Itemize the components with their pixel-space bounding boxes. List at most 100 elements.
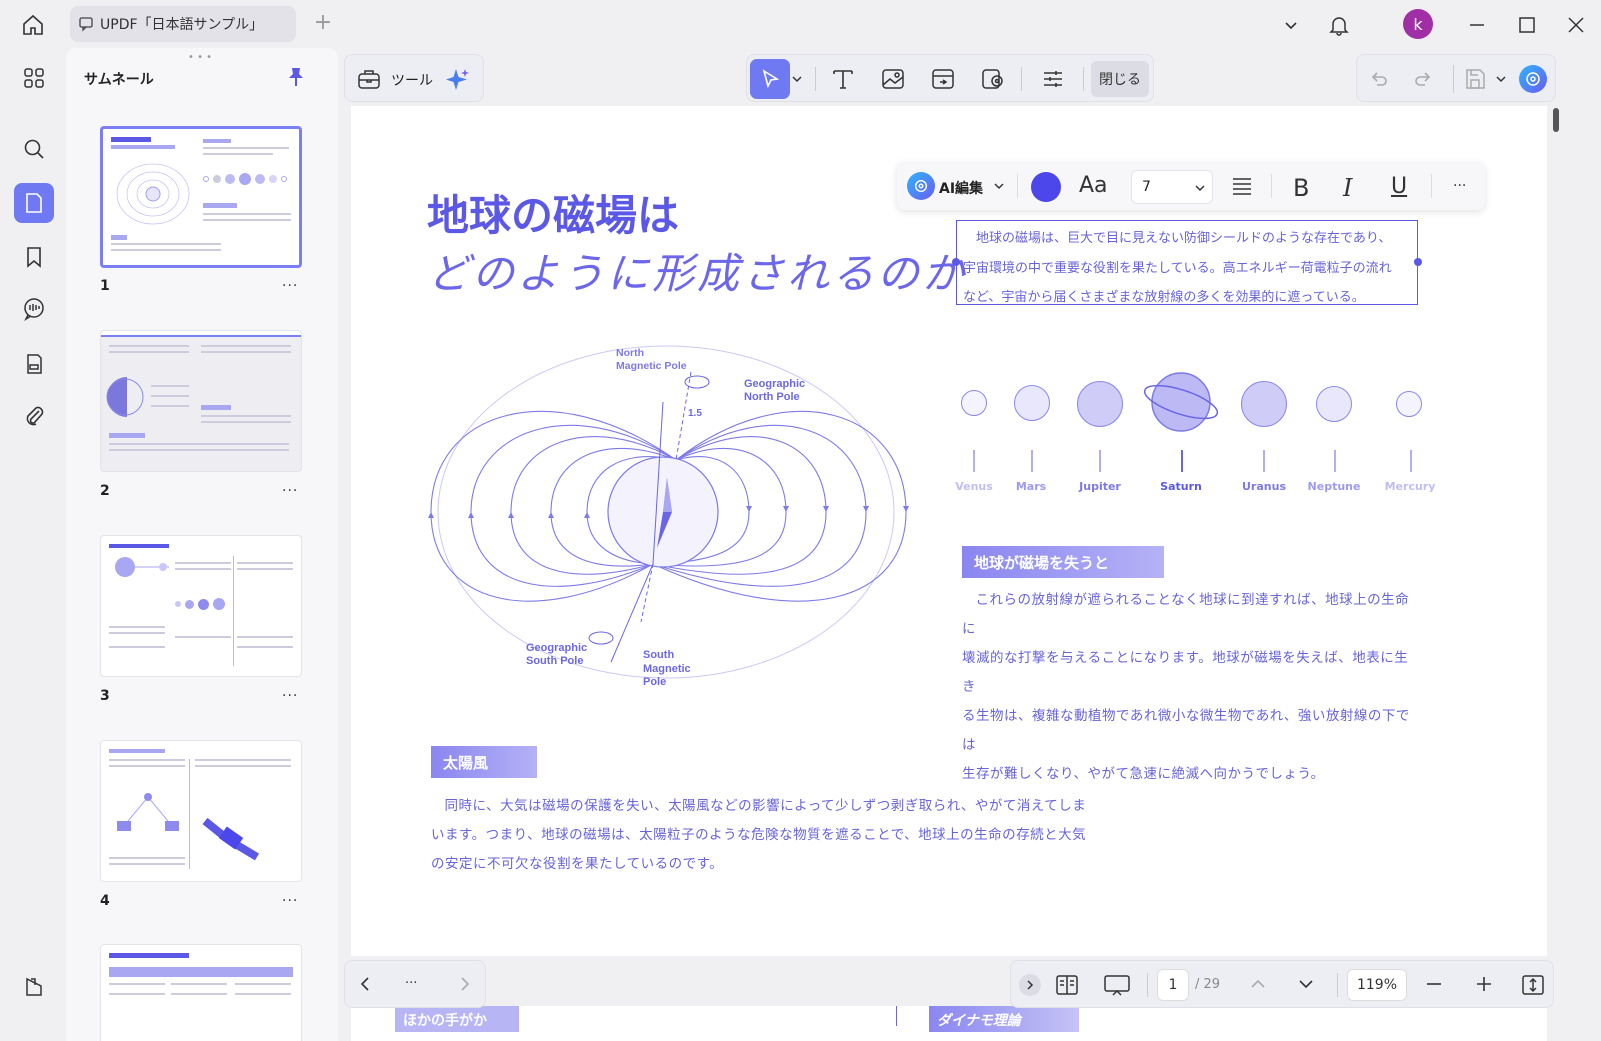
new-tab-button[interactable]: +	[312, 12, 334, 35]
add-stamp-icon[interactable]	[981, 67, 1005, 91]
document-tab[interactable]: UPDF「日本語サンプル」	[70, 6, 296, 42]
more-icon[interactable]: ···	[282, 483, 298, 499]
next-section-heading: ダイナモ理論	[929, 1006, 1079, 1032]
ai-edit-icon[interactable]	[907, 172, 935, 200]
planet-label: Saturn	[1160, 480, 1202, 493]
more-icon[interactable]: ···	[405, 976, 417, 991]
thumbnail-header: サムネール	[84, 72, 154, 88]
maximize-icon[interactable]	[1514, 12, 1540, 38]
add-image-icon[interactable]	[881, 67, 905, 91]
geographic-south-pole-label: South Pole	[526, 655, 583, 667]
close-window-icon[interactable]	[1563, 12, 1589, 38]
redo-icon[interactable]	[1413, 69, 1433, 89]
chevron-up-icon[interactable]	[1249, 975, 1267, 993]
zoom-out-icon[interactable]	[1425, 975, 1443, 993]
save-icon[interactable]	[1463, 67, 1487, 91]
collapse-icon[interactable]	[1019, 974, 1041, 996]
intro-line: など、宇宙から届くさまざまな放射線の多くを効果的に遮っている。	[963, 290, 1365, 305]
page-nav-toolbar: ···	[344, 960, 486, 1008]
minimize-icon[interactable]	[1464, 12, 1490, 38]
bold-icon[interactable]: B	[1293, 174, 1309, 202]
page-thumbnail-5[interactable]	[100, 944, 302, 1041]
planet-jupiter	[1077, 381, 1123, 427]
chevron-right-icon[interactable]	[455, 975, 473, 993]
settings-sliders-icon[interactable]	[1041, 67, 1065, 91]
vertical-scrollbar[interactable]	[1551, 106, 1559, 956]
chevron-down-icon[interactable]	[1278, 12, 1304, 38]
chevron-down-icon[interactable]	[1297, 975, 1315, 993]
planet-uranus	[1241, 381, 1287, 427]
text-color-swatch[interactable]	[1031, 172, 1061, 202]
page-thumbnail-3[interactable]	[100, 535, 302, 677]
paragraph-line: る生物は、複雑な動植物であれ微小な微生物であれ、強い放射線の下では	[962, 708, 1410, 753]
bell-icon[interactable]	[1326, 12, 1352, 38]
page-thumbnail-4[interactable]	[100, 740, 302, 882]
page-thumbnail-1[interactable]	[100, 126, 302, 268]
search-icon[interactable]	[14, 129, 54, 169]
planet-saturn	[1143, 372, 1219, 432]
underline-icon[interactable]: U	[1391, 174, 1407, 199]
more-options-icon[interactable]: ···	[1453, 178, 1466, 194]
select-tool-button[interactable]	[750, 59, 790, 99]
more-icon[interactable]: ···	[282, 893, 298, 909]
page-number: 3	[100, 688, 110, 704]
intro-line: 地球の磁場は、巨大で目に見えない防御シールドのような存在であり、	[976, 231, 1392, 246]
geographic-north-pole-label: North Pole	[744, 391, 800, 403]
undo-icon[interactable]	[1369, 69, 1389, 89]
drag-handle[interactable]: • • •	[188, 52, 212, 63]
comment-icon	[78, 16, 94, 32]
south-magnetic-pole-label: Pole	[643, 676, 666, 688]
bookmark-icon[interactable]	[14, 237, 54, 277]
planet-mercury	[1396, 391, 1422, 417]
close-edit-button[interactable]: 閉じる	[1091, 61, 1149, 97]
font-size-select[interactable]: 7	[1131, 170, 1213, 204]
pin-icon[interactable]	[286, 66, 306, 88]
planet-neptune	[1316, 386, 1352, 422]
more-icon[interactable]: ···	[282, 688, 298, 704]
attachment-icon[interactable]	[14, 396, 54, 436]
thumbnail-icon[interactable]	[14, 183, 54, 223]
ai-assistant-icon[interactable]	[1519, 65, 1547, 93]
chevron-down-icon[interactable]	[1495, 73, 1507, 85]
layers-icon[interactable]	[14, 966, 54, 1006]
ai-sparkle-icon[interactable]	[445, 67, 471, 93]
selected-text-box[interactable]: 地球の磁場は、巨大で目に見えない防御シールドのような存在であり、 宇宙環境の中で…	[956, 220, 1418, 305]
chevron-down-icon[interactable]	[791, 73, 803, 85]
avatar[interactable]: k	[1403, 9, 1433, 39]
toolbox-icon[interactable]	[357, 67, 381, 91]
chevron-down-icon[interactable]	[993, 180, 1005, 192]
font-button[interactable]: Aa	[1079, 173, 1108, 198]
fit-page-icon[interactable]	[1521, 973, 1545, 997]
add-text-icon[interactable]	[831, 67, 855, 91]
paragraph-line: 同時に、大気は磁場の保護を失い、太陽風などの影響によって少しずつ剥ぎ取られ、やが…	[444, 798, 1087, 814]
zoom-input[interactable]: 119%	[1347, 969, 1407, 1001]
presentation-icon[interactable]	[1103, 973, 1131, 997]
grid-icon[interactable]	[14, 58, 54, 98]
italic-icon[interactable]: I	[1343, 174, 1352, 202]
page-number-input[interactable]: 1	[1157, 969, 1189, 1001]
document-page[interactable]: 地球の磁場は どのように形成されるのか 地球の磁場は、巨大で目に見えない防御シー…	[351, 106, 1547, 956]
file-toolbar	[1356, 54, 1556, 102]
resize-handle-left[interactable]	[952, 258, 960, 266]
planet-label: Uranus	[1242, 480, 1286, 493]
comment-icon[interactable]	[14, 289, 54, 329]
thumbnail-panel: • • • サムネール 1 ··· 2 ··· 3 ··· 4 ···	[66, 48, 338, 1041]
home-icon[interactable]	[18, 12, 48, 38]
chevron-left-icon[interactable]	[357, 975, 375, 993]
ai-edit-button[interactable]: AI編集	[939, 178, 983, 198]
page-thumbnail-2[interactable]	[100, 330, 302, 472]
resize-handle-right[interactable]	[1414, 258, 1422, 266]
document-tab-title: UPDF「日本語サンプル」	[100, 17, 264, 33]
tools-button[interactable]: ツール	[391, 70, 433, 90]
page-layout-icon[interactable]	[1055, 973, 1079, 997]
page-number: 1	[100, 278, 110, 294]
planet-label: Mars	[1015, 480, 1047, 493]
pages-icon[interactable]	[14, 344, 54, 384]
more-icon[interactable]: ···	[282, 278, 298, 294]
paragraph-line: 壊滅的な打撃を与えることになります。地球が磁場を失えば、地表に生き	[962, 650, 1409, 695]
add-link-icon[interactable]	[931, 67, 957, 91]
zoom-in-icon[interactable]	[1475, 975, 1493, 993]
tools-toolbar: ツール	[344, 54, 484, 102]
chevron-down-icon	[1194, 182, 1206, 194]
align-icon[interactable]	[1231, 175, 1253, 197]
